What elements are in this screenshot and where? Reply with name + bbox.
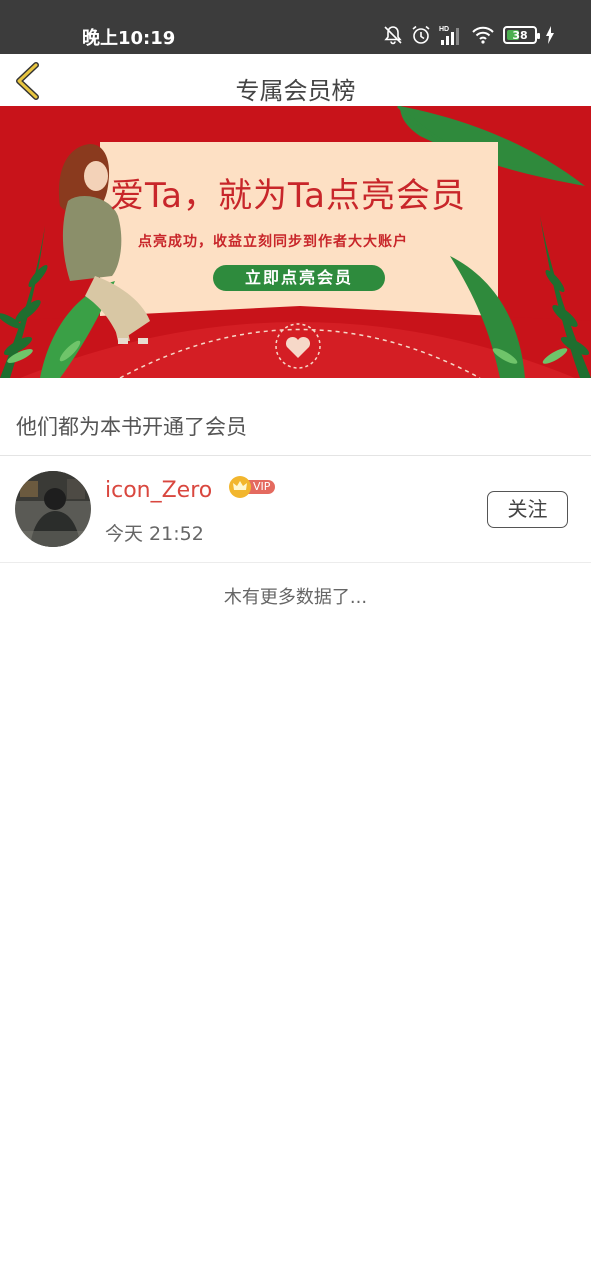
member-username[interactable]: icon_Zero (105, 478, 212, 503)
banner-headline: 爱Ta，就为Ta点亮会员 (110, 176, 466, 216)
nav-bar: 专属会员榜 (0, 54, 591, 106)
member-time: 今天 21:52 (105, 523, 204, 545)
crown-icon (229, 476, 251, 498)
section-title: 他们都为本书开通了会员 (16, 415, 247, 439)
avatar[interactable] (15, 471, 91, 547)
follow-button[interactable]: 关注 (487, 491, 568, 528)
battery-level: 38 (512, 28, 528, 42)
no-more-data-text: 木有更多数据了... (223, 587, 368, 608)
alarm-icon (412, 25, 430, 44)
promo-banner[interactable]: 爱Ta，就为Ta点亮会员 点亮成功，收益立刻同步到作者大大账户 立即点亮会员 (0, 106, 591, 378)
section-header: 他们都为本书开通了会员 (0, 378, 591, 456)
light-up-membership-button[interactable]: 立即点亮会员 (213, 265, 385, 291)
status-time: 晚上10:19 (82, 28, 176, 49)
status-icons: HD 38 (383, 23, 555, 47)
battery-cap (537, 33, 540, 39)
list-item[interactable]: icon_Zero VIP 今天 21:52 关注 (0, 457, 591, 563)
charging-icon (546, 26, 554, 44)
wifi-icon (472, 26, 494, 44)
bell-muted-icon (384, 26, 402, 45)
status-bar: 晚上10:19 HD 38 (0, 0, 591, 54)
avatar-photo (15, 471, 91, 547)
svg-text:HD: HD (439, 26, 449, 33)
banner-subtitle: 点亮成功，收益立刻同步到作者大大账户 (138, 234, 408, 250)
page-title: 专属会员榜 (235, 77, 356, 105)
battery-icon: 38 (503, 26, 540, 44)
hd-signal-icon: HD (439, 26, 459, 45)
